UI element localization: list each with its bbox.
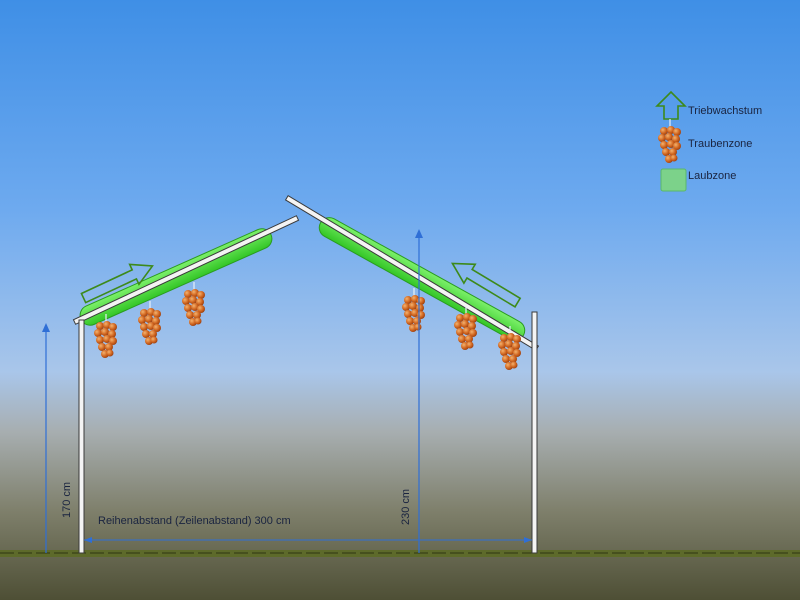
legend-shoot-growth-label: Triebwachstum <box>688 105 762 117</box>
row-spacing-label: Reihenabstand (Zeilenabstand) 300 cm <box>98 515 291 527</box>
legend-grape-zone-label: Traubenzone <box>688 138 752 150</box>
legend-leaf-zone-label: Laubzone <box>688 170 736 182</box>
left-height-label: 170 cm <box>61 482 73 518</box>
trellis-diagram: 170 cm 230 cm Reihenabstand (Zeilenabsta… <box>0 0 800 600</box>
leaf-zone-legend-swatch <box>660 168 687 192</box>
post-right <box>531 311 538 554</box>
right-height-label: 230 cm <box>400 489 412 525</box>
post-left <box>78 319 85 554</box>
diagram-canvas: 170 cm 230 cm Reihenabstand (Zeilenabsta… <box>0 0 800 600</box>
ground-line <box>0 550 800 557</box>
